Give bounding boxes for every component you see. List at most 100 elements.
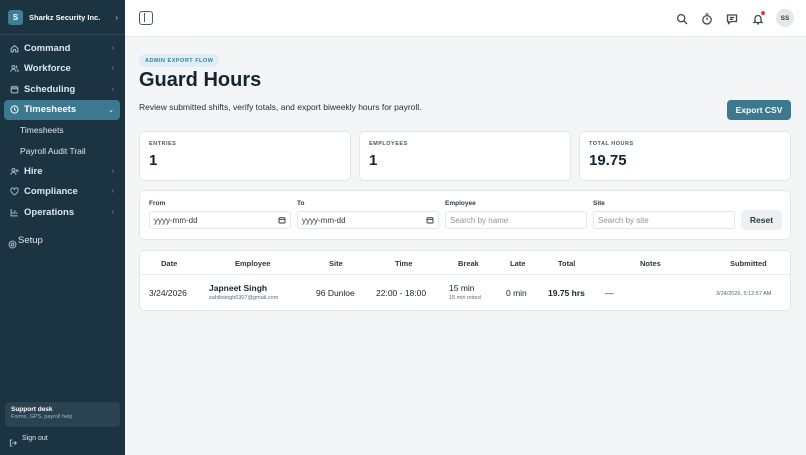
col-header-total: Total bbox=[558, 259, 576, 268]
cell-site: 96 Dunloe bbox=[316, 288, 355, 298]
filter-employee: Employee Search by name bbox=[445, 200, 587, 229]
sidebar-subitem-timesheets[interactable]: Timesheets bbox=[4, 120, 120, 141]
cell-date: 3/24/2026 bbox=[149, 288, 187, 298]
chevron-right-icon: › bbox=[115, 13, 118, 22]
message-icon[interactable] bbox=[726, 12, 738, 25]
bell-icon[interactable] bbox=[752, 11, 765, 25]
export-csv-button[interactable]: Export CSV bbox=[727, 100, 791, 120]
sidebar-item-compliance[interactable]: Compliance › bbox=[4, 182, 120, 203]
filter-from: From yyyy-mm-dd bbox=[149, 200, 291, 229]
page-title: Guard Hours bbox=[139, 69, 262, 91]
cell-break: 15 min bbox=[449, 283, 475, 293]
filter-label: From bbox=[149, 200, 166, 207]
col-header-notes: Notes bbox=[640, 259, 661, 268]
chevron-right-icon: › bbox=[111, 167, 114, 175]
sidebar-item-label: Command bbox=[24, 42, 71, 54]
col-header-late: Late bbox=[510, 259, 526, 268]
calendar-icon[interactable] bbox=[278, 216, 286, 224]
stat-label: EMPLOYEES bbox=[369, 141, 408, 147]
eyebrow-badge: ADMIN EXPORT FLOW bbox=[139, 54, 220, 67]
chevron-right-icon: › bbox=[111, 188, 114, 196]
org-name: Sharkz Security Inc. bbox=[29, 13, 101, 22]
sidebar-toggle-icon[interactable] bbox=[139, 11, 153, 25]
clock-icon bbox=[10, 105, 19, 114]
top-bar: SS bbox=[125, 0, 806, 37]
org-switcher[interactable]: S Sharkz Security Inc. › bbox=[8, 9, 118, 26]
timer-icon[interactable] bbox=[701, 12, 713, 25]
sidebar: S Sharkz Security Inc. › Command › Workf… bbox=[0, 0, 125, 455]
chevron-right-icon: › bbox=[111, 65, 114, 73]
filter-to: To yyyy-mm-dd bbox=[297, 200, 439, 229]
cell-employee-name: Japneet Singh bbox=[209, 283, 268, 293]
sign-out-icon bbox=[9, 434, 17, 447]
col-header-time: Time bbox=[395, 259, 413, 268]
sidebar-item-label: Operations bbox=[24, 206, 75, 218]
support-subtitle: Forms, GPS, payroll help bbox=[11, 414, 73, 420]
home-icon bbox=[10, 44, 19, 53]
org-logo: S bbox=[8, 10, 23, 25]
sidebar-item-command[interactable]: Command › bbox=[4, 38, 120, 59]
to-date-placeholder: yyyy-mm-dd bbox=[302, 215, 346, 225]
calendar-icon bbox=[10, 85, 19, 94]
filter-label: Employee bbox=[445, 200, 476, 207]
filter-label: To bbox=[297, 200, 305, 207]
heart-icon bbox=[10, 187, 19, 196]
sign-out-button[interactable]: Sign out bbox=[9, 434, 48, 447]
col-header-site: Site bbox=[329, 259, 343, 268]
support-desk[interactable]: Support desk Forms, GPS, payroll help bbox=[5, 402, 120, 427]
stat-card-employees: EMPLOYEES 1 bbox=[359, 131, 571, 181]
site-search-input[interactable]: Search by site bbox=[593, 211, 735, 229]
sidebar-item-timesheets[interactable]: Timesheets ⌄ bbox=[4, 99, 120, 120]
sidebar-item-scheduling[interactable]: Scheduling › bbox=[4, 79, 120, 100]
chevron-down-icon: ⌄ bbox=[108, 106, 114, 114]
chevron-right-icon: › bbox=[111, 85, 114, 93]
divider bbox=[0, 34, 125, 35]
from-date-placeholder: yyyy-mm-dd bbox=[154, 215, 198, 225]
notification-dot bbox=[761, 11, 765, 15]
filter-site: Site Search by site bbox=[593, 200, 735, 229]
col-header-break: Break bbox=[458, 259, 479, 268]
sidebar-item-label: Compliance bbox=[24, 186, 78, 198]
table-header: Date Employee Site Time Break Late Total… bbox=[140, 251, 790, 275]
employee-search-input[interactable]: Search by name bbox=[445, 211, 587, 229]
cell-employee-email: sahibsingh0307@gmail.com bbox=[209, 295, 279, 301]
stat-card-total-hours: TOTAL HOURS 19.75 bbox=[579, 131, 791, 181]
stat-label: ENTRIES bbox=[149, 141, 177, 147]
gear-icon bbox=[8, 236, 17, 249]
users-icon bbox=[10, 64, 19, 73]
sidebar-item-label: Hire bbox=[24, 165, 43, 177]
cell-notes: — bbox=[605, 288, 614, 298]
calendar-icon[interactable] bbox=[426, 216, 434, 224]
filter-bar: From yyyy-mm-dd To yyyy-mm-dd Employee S… bbox=[139, 190, 791, 240]
cell-break-note: 15 min noted bbox=[449, 295, 481, 301]
sidebar-item-label: Setup bbox=[18, 235, 43, 246]
cell-total: 19.75 hrs bbox=[548, 288, 585, 298]
sidebar-subitem-payroll-audit-trail[interactable]: Payroll Audit Trail bbox=[4, 141, 120, 162]
sidebar-item-operations[interactable]: Operations › bbox=[4, 202, 120, 223]
stat-value: 1 bbox=[149, 152, 158, 169]
page-subtitle: Review submitted shifts, verify totals, … bbox=[139, 102, 422, 112]
stat-value: 1 bbox=[369, 152, 378, 169]
sidebar-item-setup[interactable]: Setup bbox=[4, 231, 120, 251]
user-plus-icon bbox=[10, 167, 19, 176]
filter-label: Site bbox=[593, 200, 605, 207]
to-date-input[interactable]: yyyy-mm-dd bbox=[297, 211, 439, 229]
sidebar-item-hire[interactable]: Hire › bbox=[4, 161, 120, 182]
chart-icon bbox=[10, 208, 19, 217]
avatar[interactable]: SS bbox=[776, 9, 794, 27]
cell-late: 0 min bbox=[506, 288, 527, 298]
stat-label: TOTAL HOURS bbox=[589, 141, 634, 147]
reset-button[interactable]: Reset bbox=[741, 210, 782, 230]
sidebar-item-label: Workforce bbox=[24, 63, 71, 75]
cell-time: 22:00 - 18:00 bbox=[376, 288, 427, 298]
chevron-right-icon: › bbox=[111, 208, 114, 216]
col-header-date: Date bbox=[161, 259, 178, 268]
from-date-input[interactable]: yyyy-mm-dd bbox=[149, 211, 291, 229]
stat-card-entries: ENTRIES 1 bbox=[139, 131, 351, 181]
col-header-employee: Employee bbox=[235, 259, 271, 268]
sign-out-label: Sign out bbox=[22, 434, 48, 442]
search-icon[interactable] bbox=[676, 12, 688, 25]
sidebar-item-workforce[interactable]: Workforce › bbox=[4, 59, 120, 80]
sidebar-item-label: Timesheets bbox=[24, 104, 77, 116]
hours-table: Date Employee Site Time Break Late Total… bbox=[139, 250, 791, 311]
